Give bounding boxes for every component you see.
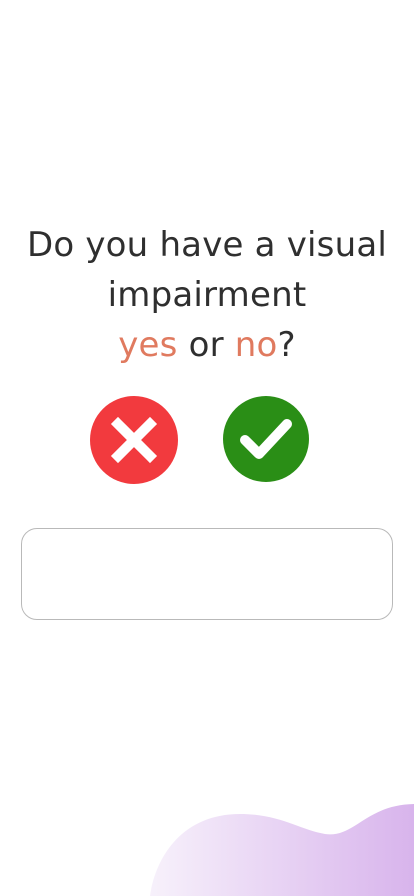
question-line-1: Do you have a visual xyxy=(26,225,388,265)
question-line-3: yes or no? xyxy=(0,320,414,370)
close-icon xyxy=(110,416,158,464)
answer-buttons xyxy=(0,396,414,486)
question-text: Do you have a visual impairment yes or n… xyxy=(0,220,414,370)
yes-word: yes xyxy=(118,325,178,365)
decorative-blob xyxy=(150,804,414,896)
screen: Do you have a visual impairment yes or n… xyxy=(0,0,414,896)
or-word: or xyxy=(177,325,235,365)
question-line-2: impairment xyxy=(107,275,307,315)
no-button[interactable] xyxy=(90,396,178,484)
check-icon xyxy=(240,419,292,459)
no-word: no xyxy=(234,325,278,365)
question-mark: ? xyxy=(277,325,296,365)
yes-button[interactable] xyxy=(223,396,309,482)
answer-input-box[interactable] xyxy=(21,528,393,620)
